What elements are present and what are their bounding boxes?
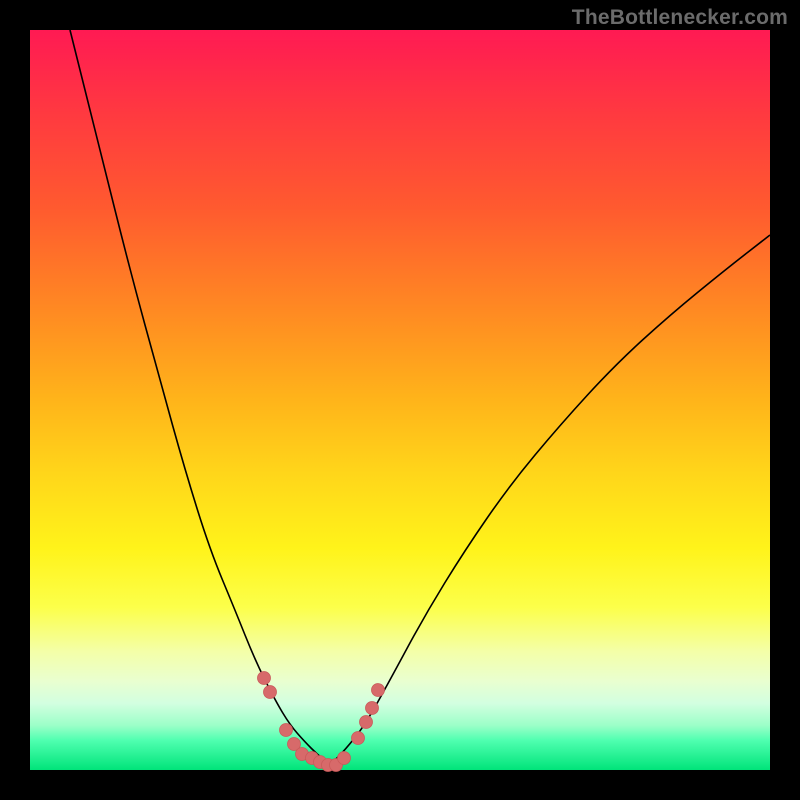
marker-dot bbox=[338, 752, 351, 765]
marker-dot bbox=[258, 672, 271, 685]
left-curve bbox=[70, 30, 330, 765]
marker-group bbox=[258, 672, 385, 772]
chart-frame: TheBottlenecker.com bbox=[0, 0, 800, 800]
marker-dot bbox=[264, 686, 277, 699]
marker-dot bbox=[352, 732, 365, 745]
marker-dot bbox=[372, 684, 385, 697]
curves-svg bbox=[30, 30, 770, 770]
marker-dot bbox=[366, 702, 379, 715]
marker-dot bbox=[360, 716, 373, 729]
right-curve bbox=[330, 235, 770, 765]
marker-dot bbox=[280, 724, 293, 737]
plot-area bbox=[30, 30, 770, 770]
watermark-text: TheBottlenecker.com bbox=[572, 6, 788, 30]
